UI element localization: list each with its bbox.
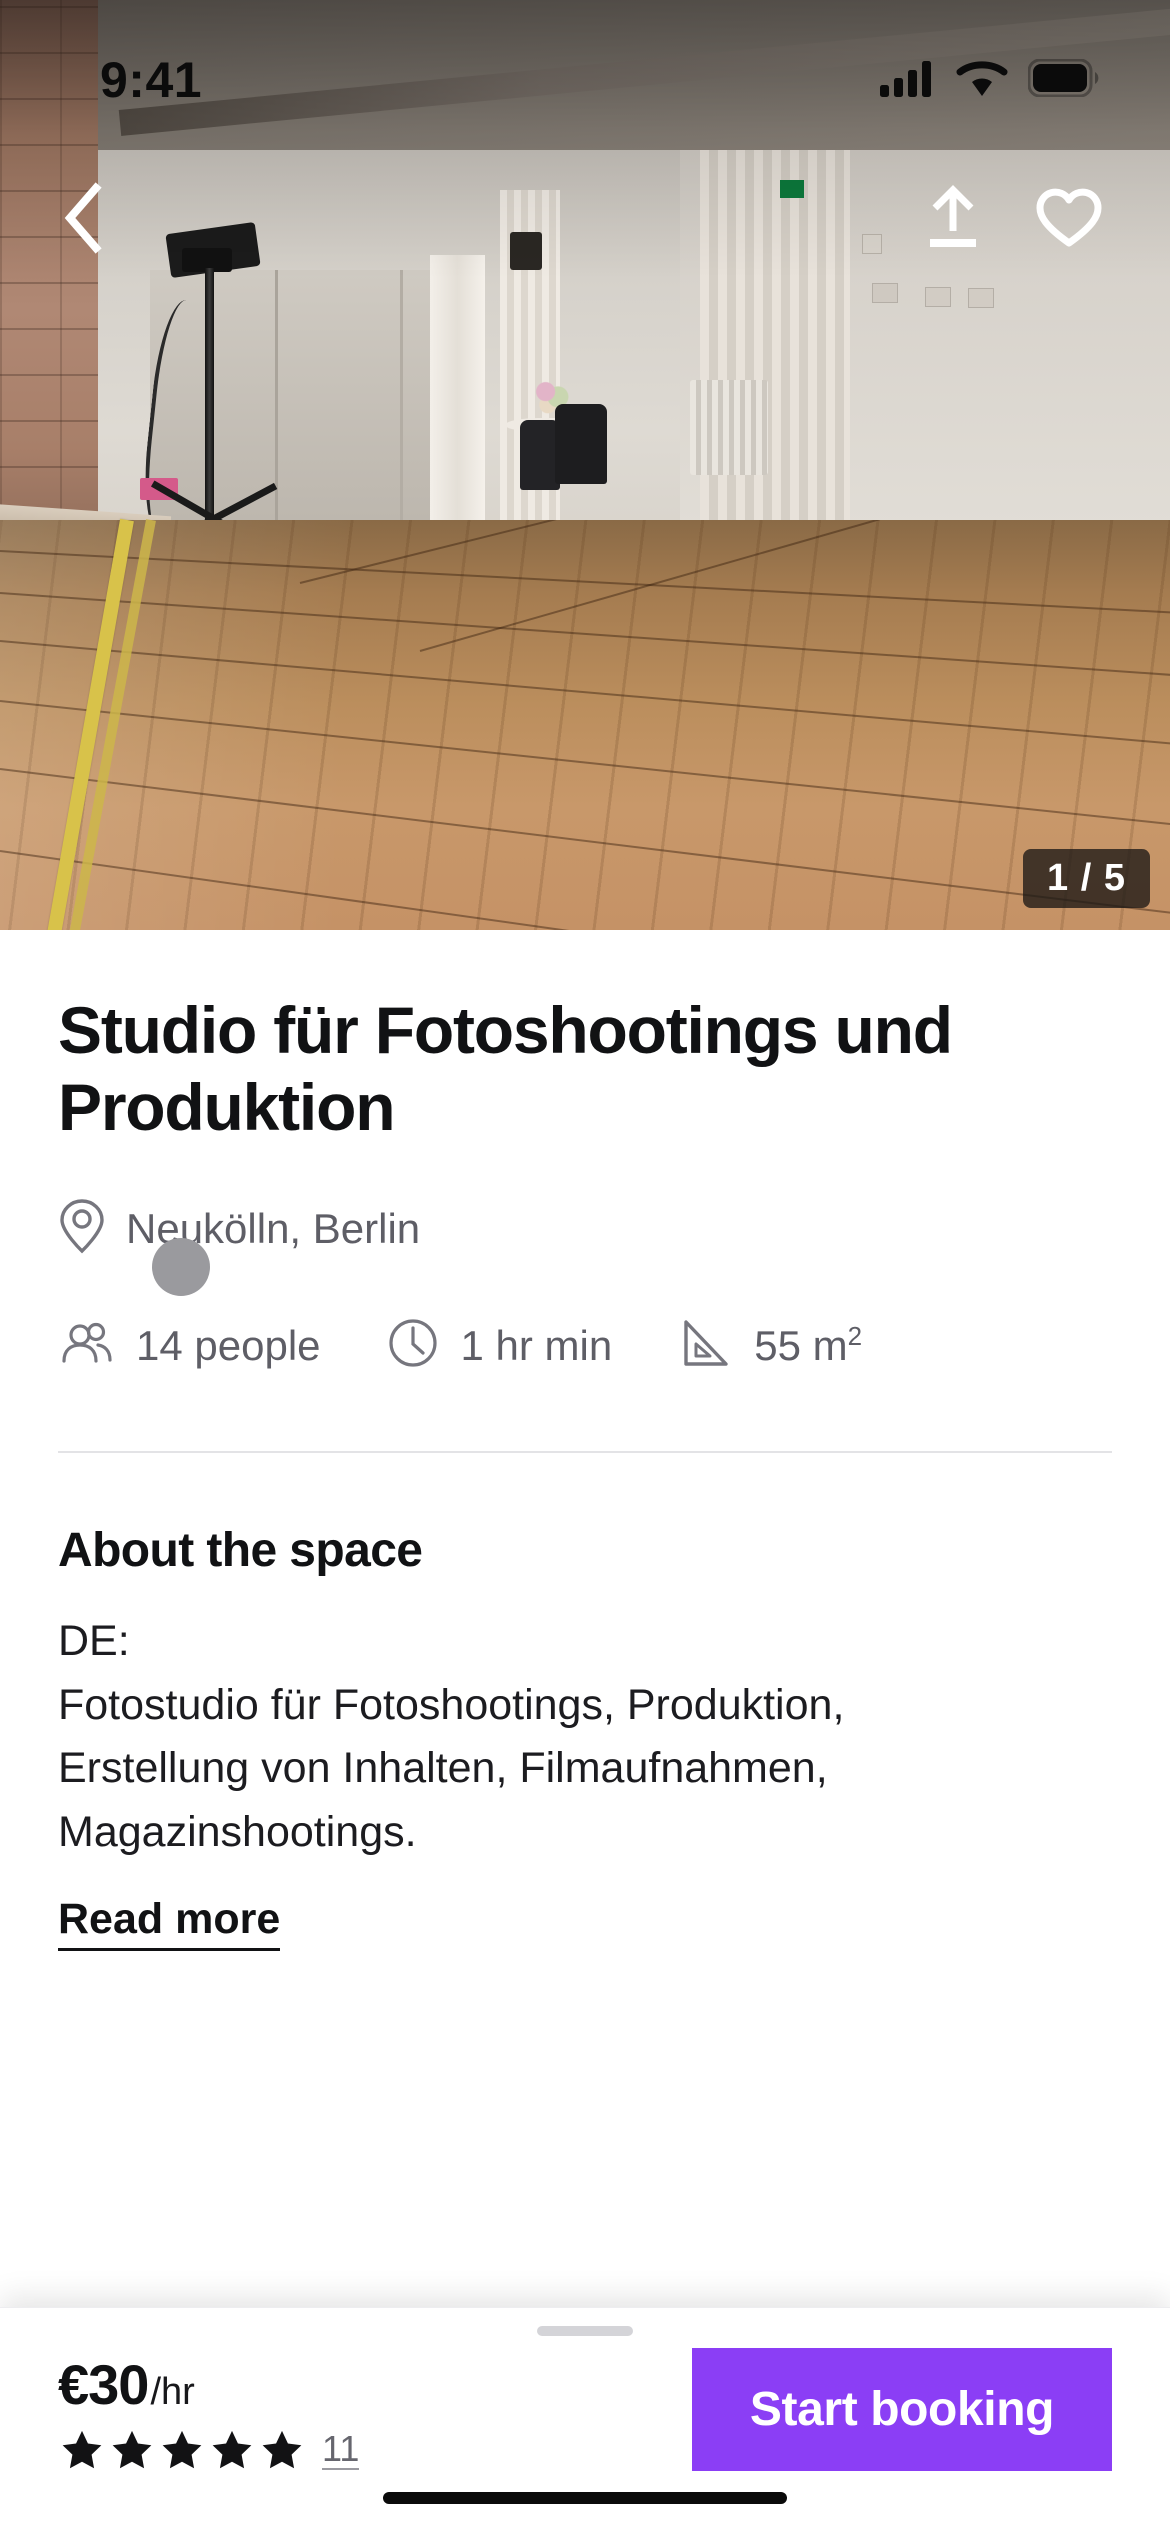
price-amount: €30 (58, 2353, 149, 2416)
read-more-link[interactable]: Read more (58, 1895, 281, 1951)
home-indicator (383, 2492, 787, 2504)
about-heading: About the space (58, 1524, 423, 1578)
rating-stars (58, 2427, 306, 2473)
status-bar: 9:41 (0, 0, 1170, 130)
people-icon (58, 1319, 114, 1372)
location-row: Neukölln, Berlin (58, 1197, 1112, 1260)
sheet-drag-handle[interactable] (537, 2326, 633, 2336)
star-icon (162, 2430, 202, 2469)
page-title: Studio für Fotoshootings und Produktion (58, 993, 953, 1144)
back-button[interactable] (40, 177, 126, 263)
rating-row[interactable]: 11 (58, 2427, 360, 2473)
star-icon (112, 2430, 152, 2469)
about-line: Erstellung von Inhalten, Filmaufnahmen, (58, 1744, 828, 1793)
capacity-item: 14 people (58, 1319, 321, 1372)
favorite-button[interactable] (1026, 177, 1112, 263)
heart-icon (1035, 187, 1103, 254)
about-line: Fotostudio für Fotoshootings, Produktion… (58, 1680, 845, 1729)
area-exponent: 2 (847, 1321, 863, 1352)
listing-photo-gallery[interactable]: 1 / 5 (0, 0, 1170, 930)
gallery-counter-badge: 1 / 5 (1023, 849, 1150, 908)
map-pin-icon (58, 1197, 106, 1260)
chevron-left-icon (60, 181, 106, 259)
wifi-icon (956, 58, 1008, 103)
star-icon (62, 2430, 102, 2469)
min-duration-label: 1 hr min (460, 1321, 613, 1369)
star-icon (212, 2430, 252, 2469)
listing-content: Studio für Fotoshootings und Produktion … (0, 930, 1170, 1951)
start-booking-button[interactable]: Start booking (692, 2348, 1112, 2471)
gallery-navbar (0, 170, 1170, 270)
about-body: DE: Fotostudio für Fotoshootings, Produk… (58, 1610, 1112, 1865)
section-divider (58, 1451, 1112, 1454)
area-label: 55 m2 (754, 1321, 862, 1370)
capacity-label: 14 people (136, 1321, 321, 1369)
share-upload-icon (922, 184, 984, 256)
review-count-link[interactable]: 11 (322, 2430, 360, 2470)
listing-meta-row: 14 people 1 hr min 55 m2 (58, 1316, 1112, 1375)
booking-bar: €30 /hr 11 Start booking (0, 2307, 1170, 2532)
min-duration-item: 1 hr min (387, 1317, 613, 1374)
studio-photo (0, 0, 1170, 930)
area-value: 55 m (754, 1322, 848, 1370)
about-line: Magazinshootings. (58, 1807, 417, 1856)
price-unit: /hr (150, 2371, 195, 2413)
status-time: 9:41 (100, 52, 203, 108)
touch-indicator (152, 1238, 210, 1296)
battery-icon (1027, 58, 1100, 102)
clock-icon (387, 1317, 439, 1374)
area-ruler-icon (678, 1316, 732, 1375)
cellular-signal-icon (880, 58, 936, 103)
listing-detail-screen: 1 / 5 9:41 Studio für Fotoshootings und … (0, 0, 1170, 2532)
area-item: 55 m2 (678, 1316, 862, 1375)
price-block: €30 /hr 11 (58, 2346, 360, 2473)
share-button[interactable] (910, 177, 996, 263)
about-line: DE: (58, 1617, 130, 1666)
star-icon (262, 2430, 302, 2469)
